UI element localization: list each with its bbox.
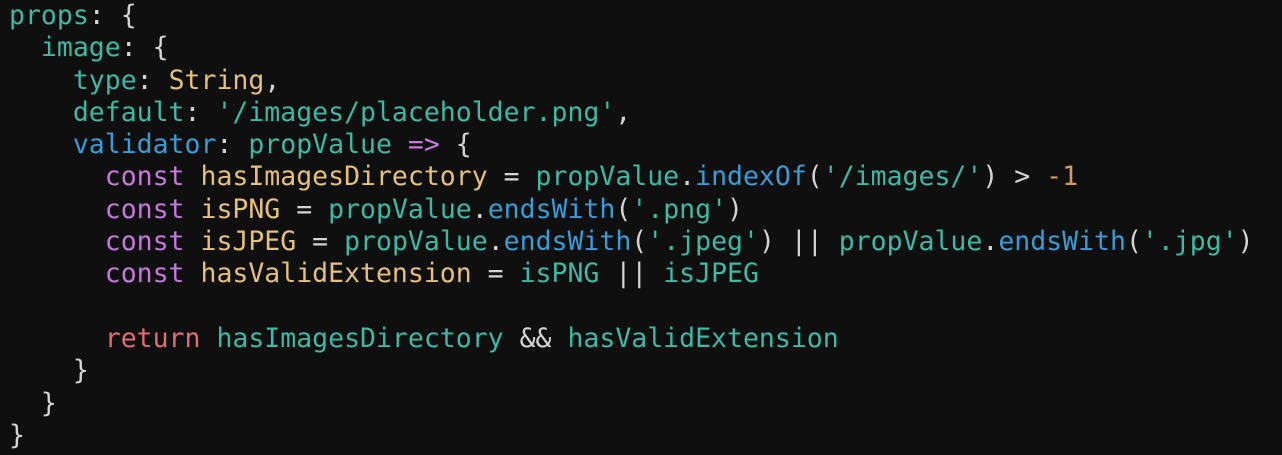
token-paren: ) xyxy=(982,161,999,193)
code-line-12: } xyxy=(9,355,1282,387)
token-arrow: => xyxy=(407,129,440,161)
code-block[interactable]: props: { image: { type: String, default:… xyxy=(9,0,1282,452)
code-line-7: const isPNG = propValue.endsWith('.png') xyxy=(9,194,1282,226)
code-line-14: } xyxy=(9,420,1282,452)
token-object: propValue xyxy=(344,226,488,258)
token-identifier-ref: hasValidExtension xyxy=(567,322,839,354)
token-method: indexOf xyxy=(695,161,807,193)
token-identifier: hasValidExtension xyxy=(200,258,472,290)
token-operator: = xyxy=(471,258,520,290)
token-string-literal: '/images/placeholder.png' xyxy=(216,96,616,128)
token-object: propValue xyxy=(328,193,472,225)
token-identifier: hasImagesDirectory xyxy=(200,161,488,193)
token-punctuation: { xyxy=(439,129,472,161)
token-brace: } xyxy=(72,355,89,387)
token-minus: - xyxy=(1046,161,1063,193)
code-line-11: return hasImagesDirectory && hasValidExt… xyxy=(9,323,1282,355)
code-line-1: props: { xyxy=(9,0,1282,32)
token-identifier-ref: isJPEG xyxy=(663,258,759,290)
token-const: const xyxy=(104,226,185,258)
token-operator: > xyxy=(998,161,1047,193)
code-line-3: type: String, xyxy=(9,65,1282,97)
token-const: const xyxy=(104,193,185,225)
token-const: const xyxy=(104,258,185,290)
token-paren: ) xyxy=(1237,226,1254,258)
token-paren: ) xyxy=(758,226,775,258)
token-validator-key: validator xyxy=(72,129,217,161)
token-object: propValue xyxy=(535,161,680,193)
token-identifier-ref: isPNG xyxy=(519,258,600,290)
code-line-6: const hasImagesDirectory = propValue.ind… xyxy=(9,161,1282,193)
code-editor[interactable]: props: { image: { type: String, default:… xyxy=(0,0,1282,455)
token-punctuation: : xyxy=(136,64,169,96)
token-operator: || xyxy=(774,226,839,258)
token-method: endsWith xyxy=(503,226,632,258)
token-image-key: image xyxy=(40,32,121,64)
token-punctuation: : xyxy=(184,96,217,128)
token-punctuation: : xyxy=(216,129,249,161)
token-paren: ( xyxy=(631,226,648,258)
token-method: endsWith xyxy=(487,193,616,225)
token-default-key: default xyxy=(72,96,185,128)
token-string-literal: '/images/' xyxy=(822,161,983,193)
token-paren: ) xyxy=(727,193,744,225)
token-method: endsWith xyxy=(998,226,1126,258)
token-paren: ( xyxy=(615,193,632,225)
code-line-5: validator: propValue => { xyxy=(9,129,1282,161)
token-dot: . xyxy=(487,226,504,258)
token-string-literal: '.png' xyxy=(631,193,728,225)
token-props-key: props xyxy=(9,0,89,31)
token-operator: && xyxy=(503,322,568,354)
code-line-9: const hasValidExtension = isPNG || isJPE… xyxy=(9,258,1282,290)
token-param: propValue xyxy=(248,129,392,161)
code-line-2: image: { xyxy=(9,32,1282,64)
token-type-key: type xyxy=(72,64,137,96)
code-line-13: } xyxy=(9,388,1282,420)
token-dot: . xyxy=(679,161,696,193)
token-identifier: isPNG xyxy=(200,193,281,225)
token-dot: . xyxy=(982,226,999,258)
token-paren: ( xyxy=(1125,226,1142,258)
token-identifier: isJPEG xyxy=(200,226,297,258)
token-string-type: String xyxy=(168,64,265,96)
token-brace: } xyxy=(9,419,25,451)
token-dot: . xyxy=(471,193,488,225)
token-const: const xyxy=(104,161,185,193)
token-operator: = xyxy=(280,193,329,225)
token-punctuation: : { xyxy=(88,0,137,31)
token-operator: = xyxy=(487,161,536,193)
token-operator: || xyxy=(599,258,664,290)
token-identifier-ref: hasImagesDirectory xyxy=(216,322,504,354)
token-punctuation: , xyxy=(615,96,632,128)
token-operator: = xyxy=(296,226,345,258)
token-number: 1 xyxy=(1062,161,1079,193)
token-punctuation: , xyxy=(264,64,281,96)
token-string-literal: '.jpeg' xyxy=(647,226,759,258)
token-object: propValue xyxy=(838,226,983,258)
token-return: return xyxy=(104,322,201,354)
token-string-literal: '.jpg' xyxy=(1141,226,1238,258)
code-line-8: const isJPEG = propValue.endsWith('.jpeg… xyxy=(9,226,1282,258)
token-paren: ( xyxy=(806,161,823,193)
token-punctuation: : { xyxy=(120,32,169,64)
code-line-4: default: '/images/placeholder.png', xyxy=(9,97,1282,129)
token-brace: } xyxy=(40,387,57,419)
